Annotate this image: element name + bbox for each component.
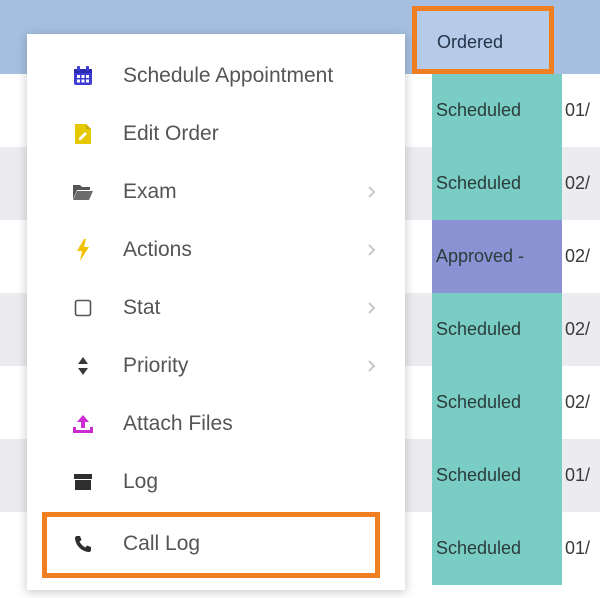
menu-item-label: Stat: [123, 296, 161, 319]
menu-item-exam[interactable]: Exam: [27, 163, 405, 221]
status-cell[interactable]: Scheduled: [432, 512, 562, 585]
status-cell[interactable]: Scheduled: [432, 147, 562, 220]
upload-icon: [71, 412, 95, 436]
calendar-icon: [71, 64, 95, 88]
row-context-menu: Schedule Appointment Edit Order Exam Act…: [27, 34, 405, 590]
chevron-right-icon: [367, 185, 377, 199]
archive-icon: [71, 470, 95, 494]
date-cell: 02/: [565, 246, 591, 266]
menu-item-label: Attach Files: [123, 412, 233, 435]
date-cell: 01/: [565, 465, 591, 485]
status-column-header[interactable]: Ordered: [412, 6, 554, 74]
date-cell: 02/: [565, 319, 591, 339]
menu-item-label: Priority: [123, 354, 189, 377]
lightning-icon: [71, 238, 95, 262]
chevron-right-icon: [367, 359, 377, 373]
folder-open-icon: [71, 180, 95, 204]
chevron-right-icon: [367, 243, 377, 257]
menu-item-priority[interactable]: Priority: [27, 337, 405, 395]
menu-item-label: Schedule Appointment: [123, 64, 334, 87]
status-cell[interactable]: Scheduled: [432, 74, 562, 147]
menu-item-stat[interactable]: Stat: [27, 279, 405, 337]
status-cell[interactable]: Scheduled: [432, 439, 562, 512]
chevron-right-icon: [367, 301, 377, 315]
menu-item-label: Exam: [123, 180, 177, 203]
menu-item-label: Log: [123, 470, 159, 493]
menu-item-label: Edit Order: [123, 122, 219, 145]
status-cell[interactable]: Scheduled: [432, 293, 562, 366]
date-cell: 01/: [565, 538, 591, 558]
date-cell: 01/: [565, 100, 591, 120]
date-cell: 02/: [565, 392, 591, 412]
menu-item-actions[interactable]: Actions: [27, 221, 405, 279]
edit-document-icon: [71, 122, 95, 146]
status-column-header-label: Ordered: [437, 32, 504, 52]
status-cell[interactable]: Scheduled: [432, 366, 562, 439]
menu-item-edit-order[interactable]: Edit Order: [27, 105, 405, 163]
checkbox-icon: [71, 296, 95, 320]
menu-item-label: Actions: [123, 238, 192, 261]
menu-item-attach-files[interactable]: Attach Files: [27, 395, 405, 453]
status-cell[interactable]: Approved -: [432, 220, 562, 293]
call-log-highlight: [42, 512, 380, 578]
sort-icon: [71, 354, 95, 378]
menu-item-schedule-appointment[interactable]: Schedule Appointment: [27, 47, 405, 105]
menu-item-log[interactable]: Log: [27, 453, 405, 511]
date-cell: 02/: [565, 173, 591, 193]
